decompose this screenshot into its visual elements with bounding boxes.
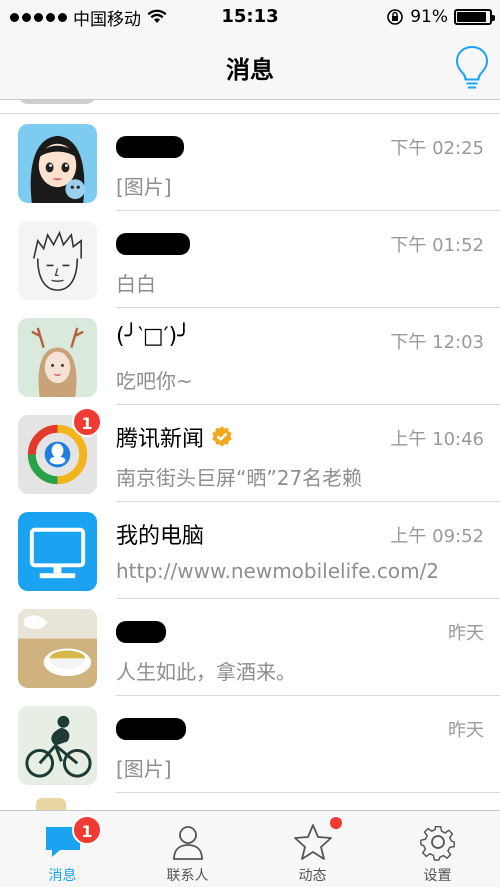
message-time: 上午 09:52 xyxy=(390,526,484,547)
tea-cup-avatar xyxy=(18,609,97,688)
tab-label: 设置 xyxy=(423,868,452,884)
tab-settings[interactable]: 设置 xyxy=(375,811,500,887)
cartoon-girl-avatar xyxy=(18,124,97,203)
gear-icon xyxy=(419,825,455,861)
message-preview: 白白 xyxy=(116,272,156,296)
sketch-boy-avatar xyxy=(18,221,97,300)
redacted-name xyxy=(116,136,184,158)
message-preview: http://www.newmobilelife.com/2 xyxy=(116,559,440,583)
list-item[interactable]: 下午 02:25 [图片] xyxy=(0,114,500,211)
message-preview: 人生如此，拿酒来。 xyxy=(116,660,296,684)
status-bar: 中国移动 15:13 91% xyxy=(0,0,500,34)
list-item-partial[interactable] xyxy=(0,796,500,810)
tab-label: 联系人 xyxy=(166,868,209,884)
message-preview: [图片] xyxy=(116,757,172,781)
tab-contacts[interactable]: 联系人 xyxy=(125,811,250,887)
redacted-name xyxy=(116,233,190,255)
tab-messages[interactable]: 1 消息 xyxy=(0,811,125,887)
conversation-list[interactable]: 下午 02:25 [图片] 下午 01:52 白白 (╯‵□′)╯ 下午 12:… xyxy=(0,100,500,810)
notification-dot xyxy=(330,817,342,829)
list-item[interactable]: 我的电脑 上午 09:52 http://www.newmobilelife.c… xyxy=(0,502,500,599)
lightbulb-icon[interactable] xyxy=(454,44,490,90)
tab-feed[interactable]: 动态 xyxy=(250,811,375,887)
message-time: 下午 02:25 xyxy=(390,138,484,159)
battery-fill xyxy=(457,12,487,22)
message-preview: [图片] xyxy=(116,175,172,199)
list-item[interactable]: 昨天 [图片] xyxy=(0,696,500,793)
message-time: 昨天 xyxy=(448,720,484,741)
message-time: 下午 01:52 xyxy=(390,235,484,256)
contact-name: 腾讯新闻 xyxy=(116,421,234,453)
status-right: 91% xyxy=(386,6,495,28)
message-preview: 南京街头巨屏“晒”27名老赖 xyxy=(116,466,363,490)
message-time: 昨天 xyxy=(448,623,484,644)
message-time: 上午 10:46 xyxy=(390,429,484,450)
verified-badge-icon xyxy=(212,426,232,447)
redacted-name xyxy=(116,621,166,643)
list-item-partial[interactable] xyxy=(0,100,500,114)
unread-badge: 1 xyxy=(72,407,102,437)
redacted-name xyxy=(116,718,186,740)
battery-percent: 91% xyxy=(410,7,448,27)
list-item[interactable]: 下午 01:52 白白 xyxy=(0,211,500,308)
list-item[interactable]: (╯‵□′)╯ 下午 12:03 吃吧你~ xyxy=(0,308,500,405)
tab-label: 动态 xyxy=(298,868,327,884)
battery-icon xyxy=(454,9,495,25)
contact-name: 我的电脑 xyxy=(116,524,205,549)
message-preview: 吃吧你~ xyxy=(116,369,193,393)
message-time: 下午 12:03 xyxy=(390,332,484,353)
avatar xyxy=(18,100,96,104)
tab-label: 消息 xyxy=(48,868,77,884)
list-item[interactable]: 1 腾讯新闻 上午 10:46 南京街头巨屏“晒”27名老赖 xyxy=(0,405,500,502)
contact-name: (╯‵□′)╯ xyxy=(116,324,191,349)
person-icon xyxy=(172,826,203,860)
star-icon xyxy=(293,824,332,860)
unread-badge: 1 xyxy=(72,815,102,845)
rotation-lock-icon xyxy=(387,9,404,25)
tab-bar: 1 消息 联系人 动态 设置 xyxy=(0,810,500,887)
cyclist-avatar xyxy=(18,706,97,785)
deer-girl-avatar xyxy=(18,318,97,397)
list-item[interactable]: 昨天 人生如此，拿酒来。 xyxy=(0,599,500,696)
nav-bar: 消息 xyxy=(0,34,500,100)
page-title: 消息 xyxy=(226,56,274,84)
computer-monitor-avatar xyxy=(18,512,97,591)
avatar xyxy=(36,798,66,810)
